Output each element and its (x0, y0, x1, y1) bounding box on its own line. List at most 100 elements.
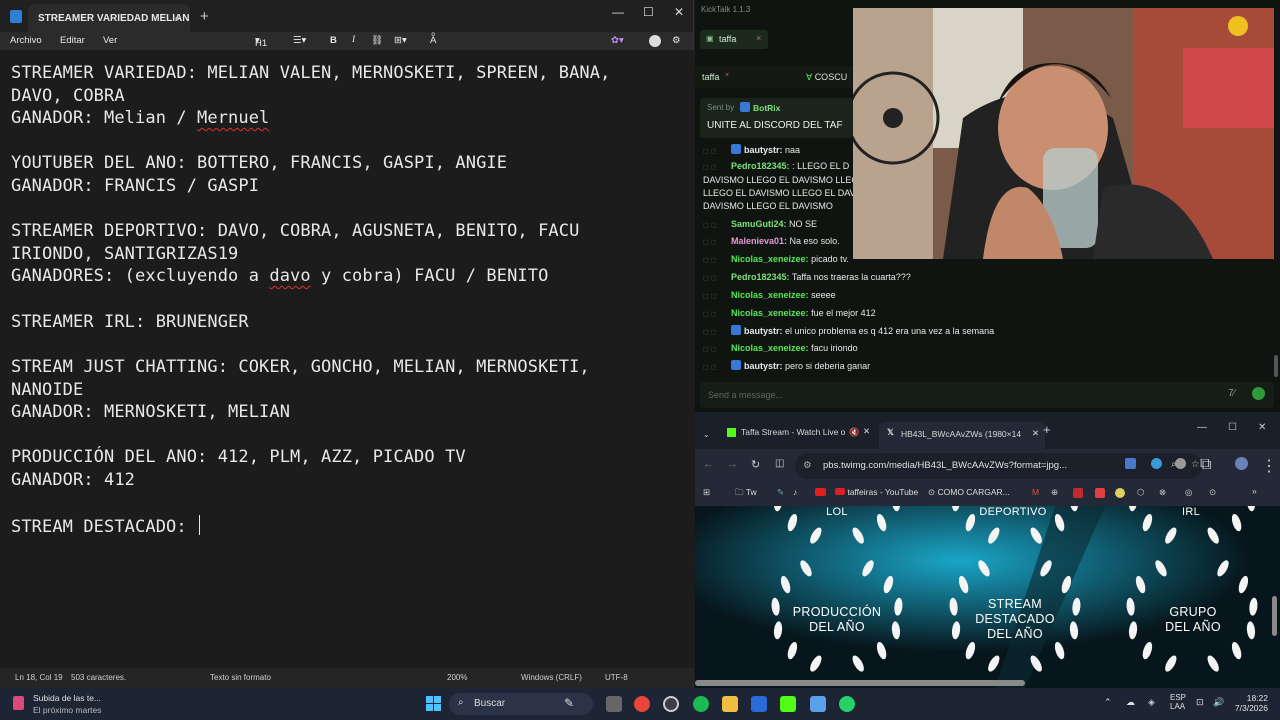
file-explorer-icon[interactable] (722, 696, 738, 712)
extensions-puzzle-icon[interactable]: ⧉ (1200, 456, 1211, 474)
sidepanel-icon[interactable]: ◫ (775, 458, 784, 469)
tab-close-icon[interactable]: ✕ (1032, 428, 1039, 439)
maximize-icon[interactable]: ☐ (643, 5, 654, 19)
mod-actions-icon[interactable]: ◻ ◻ (703, 328, 731, 336)
task-view-icon[interactable] (606, 696, 622, 712)
emote-icon[interactable]: 7⁄ (1228, 388, 1235, 399)
bookmark-icon[interactable]: ⊕ (1051, 487, 1058, 498)
kicktalk-icon[interactable] (780, 696, 796, 712)
chat-tab-taffa[interactable]: ▣ taffa × (700, 30, 768, 49)
start-button[interactable] (426, 696, 441, 711)
bookmark-icon[interactable]: ⊙ (1209, 487, 1216, 498)
network-icon[interactable]: ⊡ (1196, 697, 1204, 708)
tray-cloud-icon[interactable]: ☁ (1126, 697, 1135, 708)
back-icon[interactable]: ← (703, 458, 714, 470)
extension-icon[interactable] (1125, 458, 1136, 469)
spellcheck-word[interactable]: davo (269, 266, 310, 286)
taskbar-search[interactable]: ⌕ Buscar ✎ (449, 693, 593, 715)
tab-list-icon[interactable]: ⌄ (703, 430, 710, 439)
status-zoom[interactable]: 200% (447, 673, 467, 682)
mod-actions-icon[interactable]: ◻ ◻ (703, 163, 731, 171)
chat-username[interactable]: Nicolas_xeneizee: (731, 343, 809, 353)
mod-actions-icon[interactable]: ◻ ◻ (703, 274, 731, 282)
other-channel-label[interactable]: ∀ COSCU (806, 72, 847, 83)
minimize-icon[interactable]: — (612, 5, 624, 19)
mod-actions-icon[interactable]: ◻ ◻ (703, 147, 731, 155)
bookmark-icon[interactable] (1073, 488, 1083, 498)
status-eol[interactable]: Windows (CRLF) (521, 673, 582, 682)
table-icon[interactable]: ⊞▾ (394, 35, 407, 46)
channel-close-icon[interactable]: × (725, 72, 729, 79)
notification-title[interactable]: Subida de las te... (33, 693, 101, 703)
tray-app-icon[interactable]: ◈ (1148, 697, 1155, 708)
emoji-picker-icon[interactable] (1252, 387, 1265, 400)
browser-tab-taffa[interactable]: Taffa Stream - Watch Live o 🔇 ✕ (721, 422, 871, 446)
whatsapp-icon[interactable] (839, 696, 855, 712)
profile-avatar[interactable] (1235, 457, 1248, 470)
account-avatar[interactable] (649, 35, 661, 47)
bookmark-icon[interactable] (1095, 488, 1105, 498)
bookmark-icon[interactable]: ⊗ (1159, 487, 1166, 498)
chat-username[interactable]: Pedro182345: (731, 161, 790, 171)
close-icon[interactable]: ✕ (674, 5, 684, 19)
spotify-icon[interactable] (693, 696, 709, 712)
chat-username[interactable]: Nicolas_xeneizee: (731, 254, 809, 264)
maximize-icon[interactable]: ☐ (1228, 422, 1237, 433)
chat-username[interactable]: bautystr: (744, 361, 783, 371)
github-icon[interactable] (663, 696, 679, 712)
copilot-icon[interactable]: ✿▾ (611, 35, 624, 46)
close-icon[interactable]: ✕ (1258, 422, 1266, 433)
bookmark-icon[interactable]: ⬡ (1137, 487, 1144, 498)
extension-icon[interactable] (1175, 458, 1186, 469)
mod-actions-icon[interactable]: ◻ ◻ (703, 292, 731, 300)
reload-icon[interactable]: ↻ (751, 458, 760, 471)
notepad-taskbar-icon[interactable] (810, 696, 826, 712)
mute-icon[interactable]: 🔇 (849, 427, 860, 438)
browser-menu-icon[interactable]: ⋮ (1261, 456, 1277, 476)
more-bookmarks-icon[interactable]: » (1252, 486, 1257, 496)
chrome-icon[interactable] (634, 696, 650, 712)
mod-actions-icon[interactable]: ◻ ◻ (703, 363, 731, 371)
chat-username[interactable]: Malenieva01: (731, 236, 787, 246)
status-encoding[interactable]: UTF-8 (605, 673, 628, 682)
chat-tab-close-icon[interactable]: × (756, 33, 761, 43)
spellcheck-word[interactable]: Mernuel (197, 108, 269, 128)
extension-icon[interactable] (1151, 458, 1162, 469)
clear-format-icon[interactable]: Aͦ (430, 35, 436, 46)
notepad-tab[interactable]: STREAMER VARIEDAD MELIAN VAL ● (28, 4, 190, 32)
youtube-bookmark-icon[interactable] (815, 488, 826, 496)
chat-username[interactable]: Pedro182345: (731, 272, 790, 282)
new-tab-icon[interactable]: + (200, 8, 209, 25)
italic-icon[interactable]: I (352, 35, 355, 45)
mod-actions-icon[interactable]: ◻ ◻ (703, 345, 731, 353)
mod-actions-icon[interactable]: ◻ ◻ (703, 310, 731, 318)
bookmark-folder-tw[interactable]: 🗀 Tw (735, 487, 757, 501)
forward-icon[interactable]: → (727, 458, 738, 470)
tiktok-bookmark-icon[interactable]: ♪ (793, 487, 797, 497)
mod-actions-icon[interactable]: ◻ ◻ (703, 221, 731, 229)
list-icon[interactable]: ☰▾ (293, 35, 306, 46)
chat-scrollbar[interactable] (1274, 355, 1278, 377)
notepad-editor[interactable]: STREAMER VARIEDAD: MELIAN VALEN, MERNOSK… (0, 50, 694, 668)
chat-username[interactable]: Nicolas_xeneizee: (731, 290, 809, 300)
chat-username[interactable]: bautystr: (744, 145, 783, 155)
tab-close-icon[interactable]: ✕ (863, 426, 870, 437)
gmail-bookmark-icon[interactable]: M (1032, 487, 1039, 497)
chat-username[interactable]: Nicolas_xeneizee: (731, 308, 809, 318)
bookmark-youtube[interactable]: taffeiras - YouTube (835, 487, 918, 497)
chat-input-field[interactable]: Send a message... 7⁄ (700, 382, 1274, 408)
link-icon[interactable]: ⛓ (371, 35, 383, 46)
bookmark-icon[interactable] (1115, 488, 1125, 498)
mod-actions-icon[interactable]: ◻ ◻ (703, 256, 731, 264)
menu-ver[interactable]: Ver (103, 35, 117, 46)
site-info-icon[interactable]: ⚙ (803, 460, 812, 471)
unsaved-dot-icon[interactable]: ● (175, 13, 180, 23)
menu-editar[interactable]: Editar (60, 35, 85, 46)
input-language[interactable]: ESP LAA (1170, 693, 1186, 711)
browser-tab-image[interactable]: 𝕏 HB43L_BWcAAvZWs (1980×14 ✕ (879, 422, 1045, 449)
bookmark-cargar[interactable]: ⊙ COMO CARGAR... (928, 487, 1010, 498)
minimize-icon[interactable]: — (1197, 422, 1207, 433)
menu-archivo[interactable]: Archivo (10, 35, 42, 46)
chat-username[interactable]: SamuGuti24: (731, 219, 787, 229)
bold-icon[interactable]: B (330, 35, 337, 46)
